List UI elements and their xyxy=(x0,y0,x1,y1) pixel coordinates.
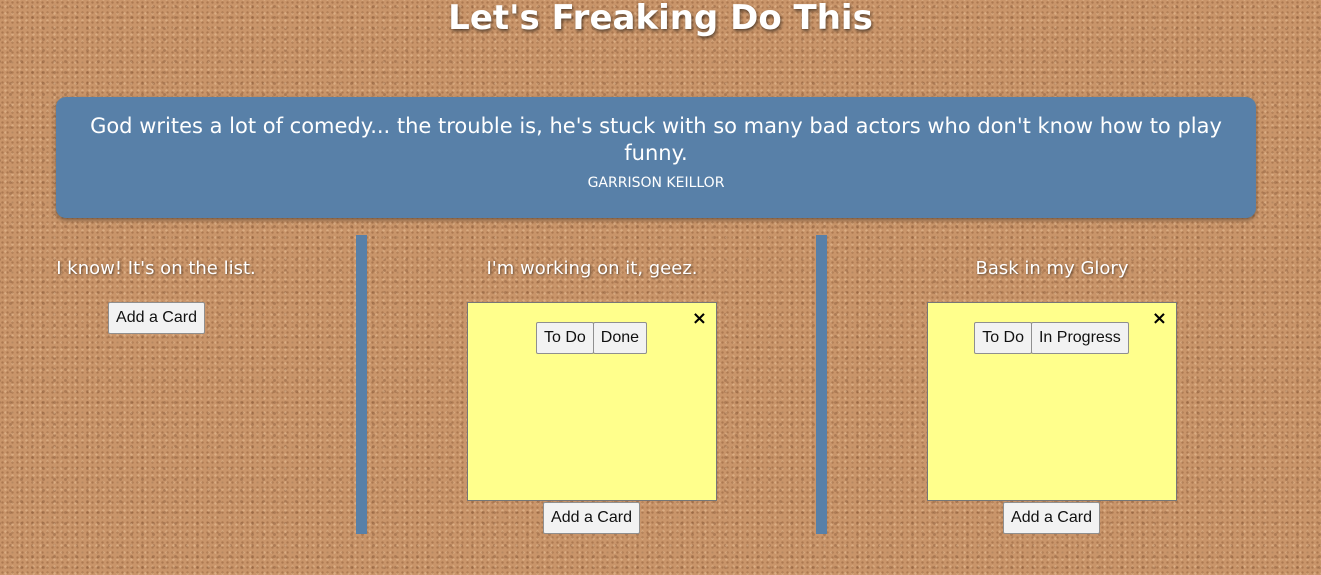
quote-author: GARRISON KEILLOR xyxy=(587,175,725,191)
column-todo: I know! It's on the list. Add a Card xyxy=(0,235,356,535)
quote-text: God writes a lot of comedy... the troubl… xyxy=(90,114,1222,165)
move-to-done-button[interactable]: Done xyxy=(592,322,648,354)
move-to-todo-button[interactable]: To Do xyxy=(974,322,1032,354)
add-card-button-todo[interactable]: Add a Card xyxy=(108,302,205,334)
add-card-button-in-progress[interactable]: Add a Card xyxy=(543,502,640,534)
move-to-todo-button[interactable]: To Do xyxy=(535,322,594,354)
page-title: Let's Freaking Do This xyxy=(448,0,873,38)
quote-banner: God writes a lot of comedy... the troubl… xyxy=(56,97,1256,218)
column-divider xyxy=(816,235,827,534)
column-done: Bask in my Glory × To Do In Progress Add… xyxy=(827,235,1277,535)
column-in-progress: I'm working on it, geez. × To Do Done Ad… xyxy=(367,235,817,535)
add-card-button-done[interactable]: Add a Card xyxy=(1003,502,1100,534)
sticky-note-card[interactable]: × To Do Done xyxy=(467,302,717,501)
card-move-buttons: To Do In Progress xyxy=(928,322,1176,354)
column-heading-done: Bask in my Glory xyxy=(975,258,1129,279)
column-heading-in-progress: I'm working on it, geez. xyxy=(486,258,698,279)
card-move-buttons: To Do Done xyxy=(468,322,716,354)
column-heading-todo: I know! It's on the list. xyxy=(56,258,256,279)
sticky-note-card[interactable]: × To Do In Progress xyxy=(927,302,1177,501)
move-to-in-progress-button[interactable]: In Progress xyxy=(1030,322,1129,354)
column-divider xyxy=(356,235,367,534)
